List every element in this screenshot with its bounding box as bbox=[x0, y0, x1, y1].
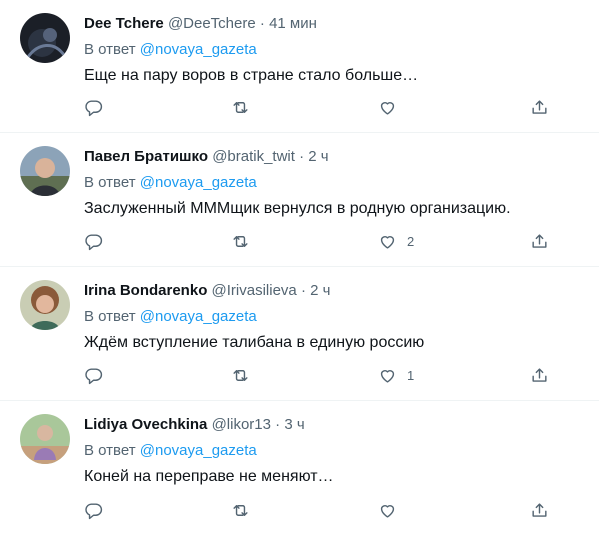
author-handle[interactable]: @Irivasilieva bbox=[212, 282, 297, 299]
reply-icon bbox=[85, 367, 103, 384]
share-button[interactable] bbox=[530, 363, 549, 387]
share-icon bbox=[532, 367, 547, 382]
like-icon bbox=[380, 101, 395, 115]
tweet-time[interactable]: 3 ч bbox=[284, 416, 304, 433]
separator-dot: · bbox=[259, 15, 265, 32]
reply-prefix: В ответ bbox=[84, 41, 136, 58]
reply-context: В ответ @novaya_gazeta bbox=[84, 441, 583, 461]
author-handle[interactable]: @DeeTchere bbox=[168, 15, 256, 32]
share-button[interactable] bbox=[530, 95, 549, 119]
tweet-actions bbox=[84, 95, 559, 119]
reply-prefix: В ответ bbox=[84, 308, 136, 325]
reply-mention-link[interactable]: @novaya_gazeta bbox=[140, 308, 257, 325]
reply-icon bbox=[85, 233, 103, 250]
author-name[interactable]: Irina Bondarenko bbox=[84, 282, 207, 299]
reply-icon bbox=[85, 99, 103, 116]
retweet-button[interactable] bbox=[231, 229, 250, 253]
reply-prefix: В ответ bbox=[84, 442, 136, 459]
tweet-text: Еще на пару воров в стране стало больше… bbox=[84, 67, 419, 84]
share-icon bbox=[532, 502, 547, 517]
tweet-time[interactable]: 2 ч bbox=[310, 282, 330, 299]
retweet-icon bbox=[233, 504, 248, 516]
like-button[interactable]: 1 bbox=[378, 363, 414, 387]
tweet-text: Коней на переправе не меняют… bbox=[84, 468, 334, 485]
tweet-actions bbox=[84, 498, 559, 522]
like-button[interactable] bbox=[378, 95, 407, 119]
like-icon bbox=[380, 504, 395, 518]
author-handle[interactable]: @bratik_twit bbox=[212, 148, 295, 165]
tweet[interactable]: Павел Братишко @bratik_twit · 2 ч В отве… bbox=[0, 133, 599, 267]
reply-button[interactable] bbox=[84, 95, 103, 119]
reply-mention-link[interactable]: @novaya_gazeta bbox=[140, 442, 257, 459]
author-name[interactable]: Павел Братишко bbox=[84, 148, 208, 165]
retweet-button[interactable] bbox=[231, 95, 250, 119]
author-name[interactable]: Dee Tchere bbox=[84, 15, 164, 32]
reply-context: В ответ @novaya_gazeta bbox=[84, 40, 583, 60]
like-icon bbox=[380, 369, 395, 383]
reply-mention-link[interactable]: @novaya_gazeta bbox=[140, 174, 257, 191]
tweet-time[interactable]: 41 мин bbox=[269, 15, 317, 32]
tweet-actions: 2 bbox=[84, 229, 559, 253]
tweet-actions: 1 bbox=[84, 363, 559, 387]
like-icon bbox=[380, 235, 395, 249]
retweet-button[interactable] bbox=[231, 498, 250, 522]
separator-dot: · bbox=[299, 148, 305, 165]
avatar[interactable] bbox=[20, 414, 70, 464]
reply-button[interactable] bbox=[84, 498, 103, 522]
like-button[interactable]: 2 bbox=[378, 229, 414, 253]
reply-icon bbox=[85, 502, 103, 519]
tweet-text: Заслуженный МММщик вернулся в родную орг… bbox=[84, 200, 511, 217]
reply-mention-link[interactable]: @novaya_gazeta bbox=[140, 41, 257, 58]
reply-context: В ответ @novaya_gazeta bbox=[84, 173, 583, 193]
tweet[interactable]: Dee Tchere @DeeTchere · 41 мин В ответ @… bbox=[0, 0, 599, 133]
retweet-icon bbox=[233, 101, 248, 113]
reply-context: В ответ @novaya_gazeta bbox=[84, 307, 583, 327]
retweet-icon bbox=[233, 235, 248, 247]
tweet-time[interactable]: 2 ч bbox=[308, 148, 328, 165]
author-handle[interactable]: @likor13 bbox=[212, 416, 271, 433]
like-button[interactable] bbox=[378, 498, 407, 522]
avatar[interactable] bbox=[20, 280, 70, 330]
retweet-icon bbox=[233, 369, 248, 381]
author-name[interactable]: Lidiya Ovechkina bbox=[84, 416, 207, 433]
reply-prefix: В ответ bbox=[84, 174, 136, 191]
separator-dot: · bbox=[275, 416, 281, 433]
share-icon bbox=[532, 99, 547, 114]
share-icon bbox=[532, 233, 547, 248]
like-count: 1 bbox=[407, 367, 415, 383]
tweet[interactable]: Irina Bondarenko @Irivasilieva · 2 ч В о… bbox=[0, 267, 599, 401]
share-button[interactable] bbox=[530, 498, 549, 522]
like-count: 2 bbox=[407, 233, 415, 249]
separator-dot: · bbox=[300, 282, 306, 299]
retweet-button[interactable] bbox=[231, 363, 250, 387]
avatar[interactable] bbox=[20, 146, 70, 196]
tweet[interactable]: Lidiya Ovechkina @likor13 · 3 ч В ответ … bbox=[0, 401, 599, 537]
tweet-text: Ждём вступление талибана в единую россию bbox=[84, 334, 425, 351]
reply-button[interactable] bbox=[84, 363, 103, 387]
reply-button[interactable] bbox=[84, 229, 103, 253]
share-button[interactable] bbox=[530, 229, 549, 253]
avatar[interactable] bbox=[20, 13, 70, 63]
